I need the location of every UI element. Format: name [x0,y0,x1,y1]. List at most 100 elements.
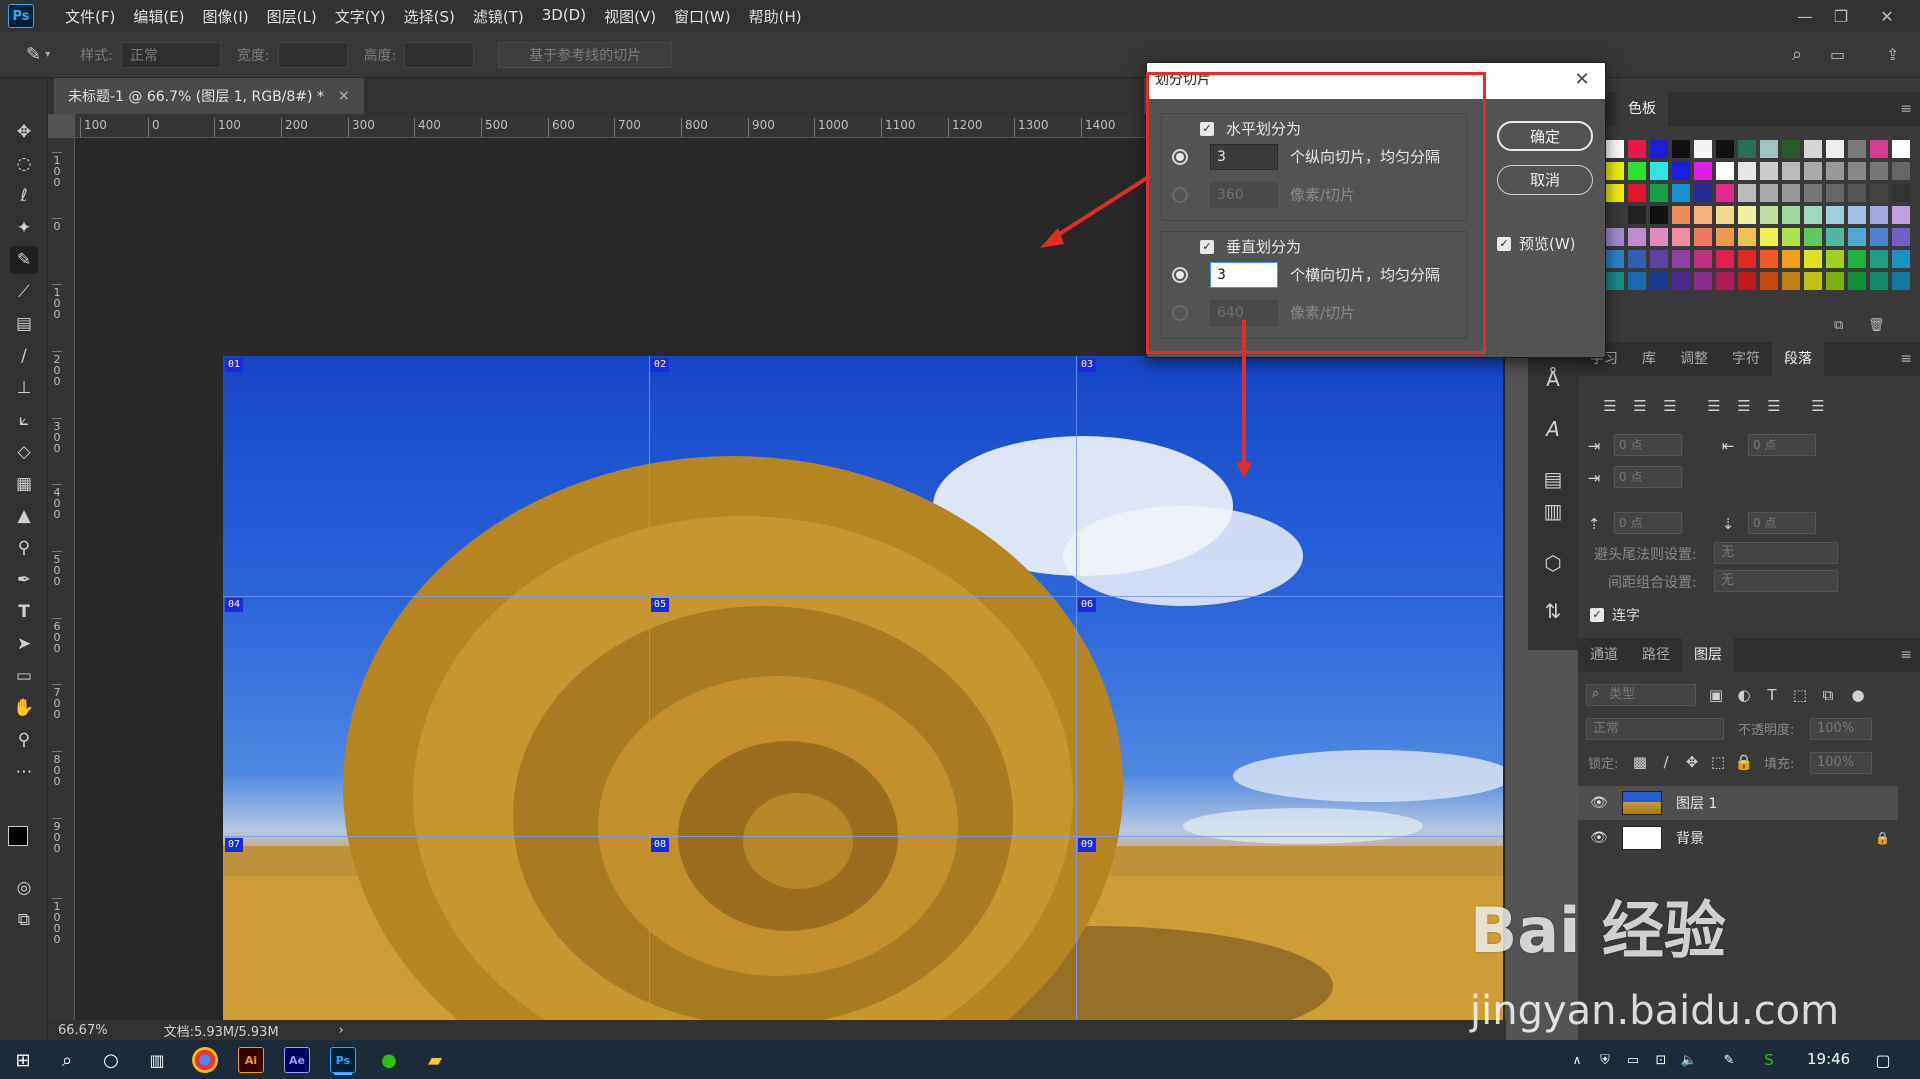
color-swatch[interactable] [1738,228,1756,246]
security-tray-icon[interactable]: ⛨ [1592,1047,1618,1073]
tray-expand-icon[interactable]: ∧ [1564,1047,1590,1073]
foreground-color-swatch[interactable] [8,826,28,846]
color-swatch[interactable] [1826,162,1844,180]
wechat-icon[interactable]: ● [376,1047,402,1073]
color-swatch[interactable] [1870,140,1888,158]
slice-tool-icon[interactable]: ✎ [10,246,38,274]
filter-type-icon[interactable]: T [1762,687,1782,703]
color-swatch[interactable] [1628,250,1646,268]
menu-view[interactable]: 视图(V) [595,6,665,27]
space-before-input[interactable]: 0 点 [1614,512,1682,534]
color-swatch[interactable] [1760,206,1778,224]
color-swatch[interactable] [1694,250,1712,268]
color-swatch[interactable] [1716,228,1734,246]
visibility-eye-icon[interactable]: 👁 [1590,795,1614,811]
color-swatch[interactable] [1782,206,1800,224]
color-swatch[interactable] [1650,140,1668,158]
slices-from-guides-button[interactable]: 基于参考线的切片 [498,41,673,68]
slice-tag[interactable]: 06 [1078,598,1097,612]
file-explorer-icon[interactable]: ▰ [422,1047,448,1073]
space-after-input[interactable]: 0 点 [1748,512,1816,534]
color-swatch[interactable] [1606,228,1624,246]
panel-menu-icon[interactable]: ≡ [1900,351,1912,367]
filter-pixel-icon[interactable]: ▣ [1706,687,1726,703]
menu-layer[interactable]: 图层(L) [258,6,326,27]
lock-artboard-icon[interactable]: ⬚ [1708,754,1728,770]
tab-channels[interactable]: 通道 [1578,638,1630,672]
color-swatch[interactable] [1606,250,1624,268]
blur-tool-icon[interactable]: ▲ [10,502,38,530]
align-center-icon[interactable]: ☰ [1630,398,1650,414]
color-swatch[interactable] [1738,206,1756,224]
slice-tag[interactable]: 03 [1078,358,1097,372]
color-swatch[interactable] [1782,272,1800,290]
gradient-tool-icon[interactable]: ▦ [10,470,38,498]
tab-character[interactable]: 字符 [1720,342,1772,376]
slice-tool-icon[interactable]: ✎ [26,44,41,65]
slice-tag[interactable]: 05 [651,598,670,612]
dialog-close-button[interactable]: ✕ [1571,69,1593,91]
eyedropper-tool-icon[interactable]: ⟋ [10,278,38,306]
paragraph-style-icon[interactable]: ▤ [1540,466,1566,492]
tab-layers[interactable]: 图层 [1682,638,1734,672]
delete-swatch-icon[interactable]: 🗑 [1868,318,1885,333]
color-swatch[interactable] [1826,228,1844,246]
layer-name[interactable]: 背景 [1676,828,1704,848]
color-swatch[interactable] [1804,272,1822,290]
color-swatch[interactable] [1628,228,1646,246]
kinsoku-select[interactable]: 无 [1714,542,1838,564]
menu-type[interactable]: 文字(Y) [326,6,395,27]
color-swatch[interactable] [1870,162,1888,180]
color-swatch[interactable] [1694,162,1712,180]
battery-tray-icon[interactable]: ▭ [1620,1047,1646,1073]
windows-start-icon[interactable]: ⊞ [10,1047,36,1073]
color-swatch[interactable] [1804,206,1822,224]
color-swatch[interactable] [1650,250,1668,268]
brush-tool-icon[interactable]: ∕ [10,342,38,370]
mojikumi-select[interactable]: 无 [1714,570,1838,592]
hyphenate-checkbox[interactable]: ✓ [1590,608,1604,622]
filter-smart-object-icon[interactable]: ⧉ [1818,687,1838,703]
color-swatch[interactable] [1804,162,1822,180]
color-swatch[interactable] [1606,206,1624,224]
align-right-icon[interactable]: ☰ [1660,398,1680,414]
color-swatch[interactable] [1804,184,1822,202]
color-swatch[interactable] [1628,272,1646,290]
dodge-tool-icon[interactable]: ⚲ [10,534,38,562]
color-swatch[interactable] [1870,250,1888,268]
chevron-down-icon[interactable]: ▾ [45,49,50,60]
height-input[interactable] [404,41,475,68]
new-swatch-icon[interactable]: ⧉ [1834,318,1843,333]
tab-swatches[interactable]: 色板 [1616,92,1668,126]
glyphs-icon[interactable]: A [1540,416,1566,442]
lock-transparent-icon[interactable]: ▩ [1630,754,1650,770]
justify-right-icon[interactable]: ☰ [1764,398,1784,414]
task-view-icon[interactable]: ▥ [144,1047,170,1073]
color-swatch[interactable] [1738,140,1756,158]
color-swatch[interactable] [1628,162,1646,180]
color-swatch[interactable] [1892,162,1910,180]
pen-tray-icon[interactable]: ✎ [1716,1047,1742,1073]
color-swatch[interactable] [1760,184,1778,202]
color-swatch[interactable] [1892,250,1910,268]
marquee-tool-icon[interactable]: ◌ [10,150,38,178]
menu-select[interactable]: 选择(S) [395,6,464,27]
color-swatch[interactable] [1716,272,1734,290]
menu-window[interactable]: 窗口(W) [665,6,740,27]
lasso-tool-icon[interactable]: ℓ [10,182,38,210]
tab-paths[interactable]: 路径 [1630,638,1682,672]
color-swatch[interactable] [1782,228,1800,246]
menu-image[interactable]: 图像(I) [194,6,258,27]
color-swatch[interactable] [1826,272,1844,290]
color-swatch[interactable] [1672,206,1690,224]
type-tool-icon[interactable]: T [10,598,38,626]
healing-brush-tool-icon[interactable]: ▤ [10,310,38,338]
slice-tag[interactable]: 08 [651,838,670,852]
taskbar-clock[interactable]: 19:46 [1807,1040,1850,1079]
color-swatch[interactable] [1848,140,1866,158]
cortana-icon[interactable]: ○ [98,1047,124,1073]
color-swatch[interactable] [1672,250,1690,268]
notes-icon[interactable]: ▥ [1540,498,1566,524]
color-swatch[interactable] [1694,206,1712,224]
justify-left-icon[interactable]: ☰ [1704,398,1724,414]
